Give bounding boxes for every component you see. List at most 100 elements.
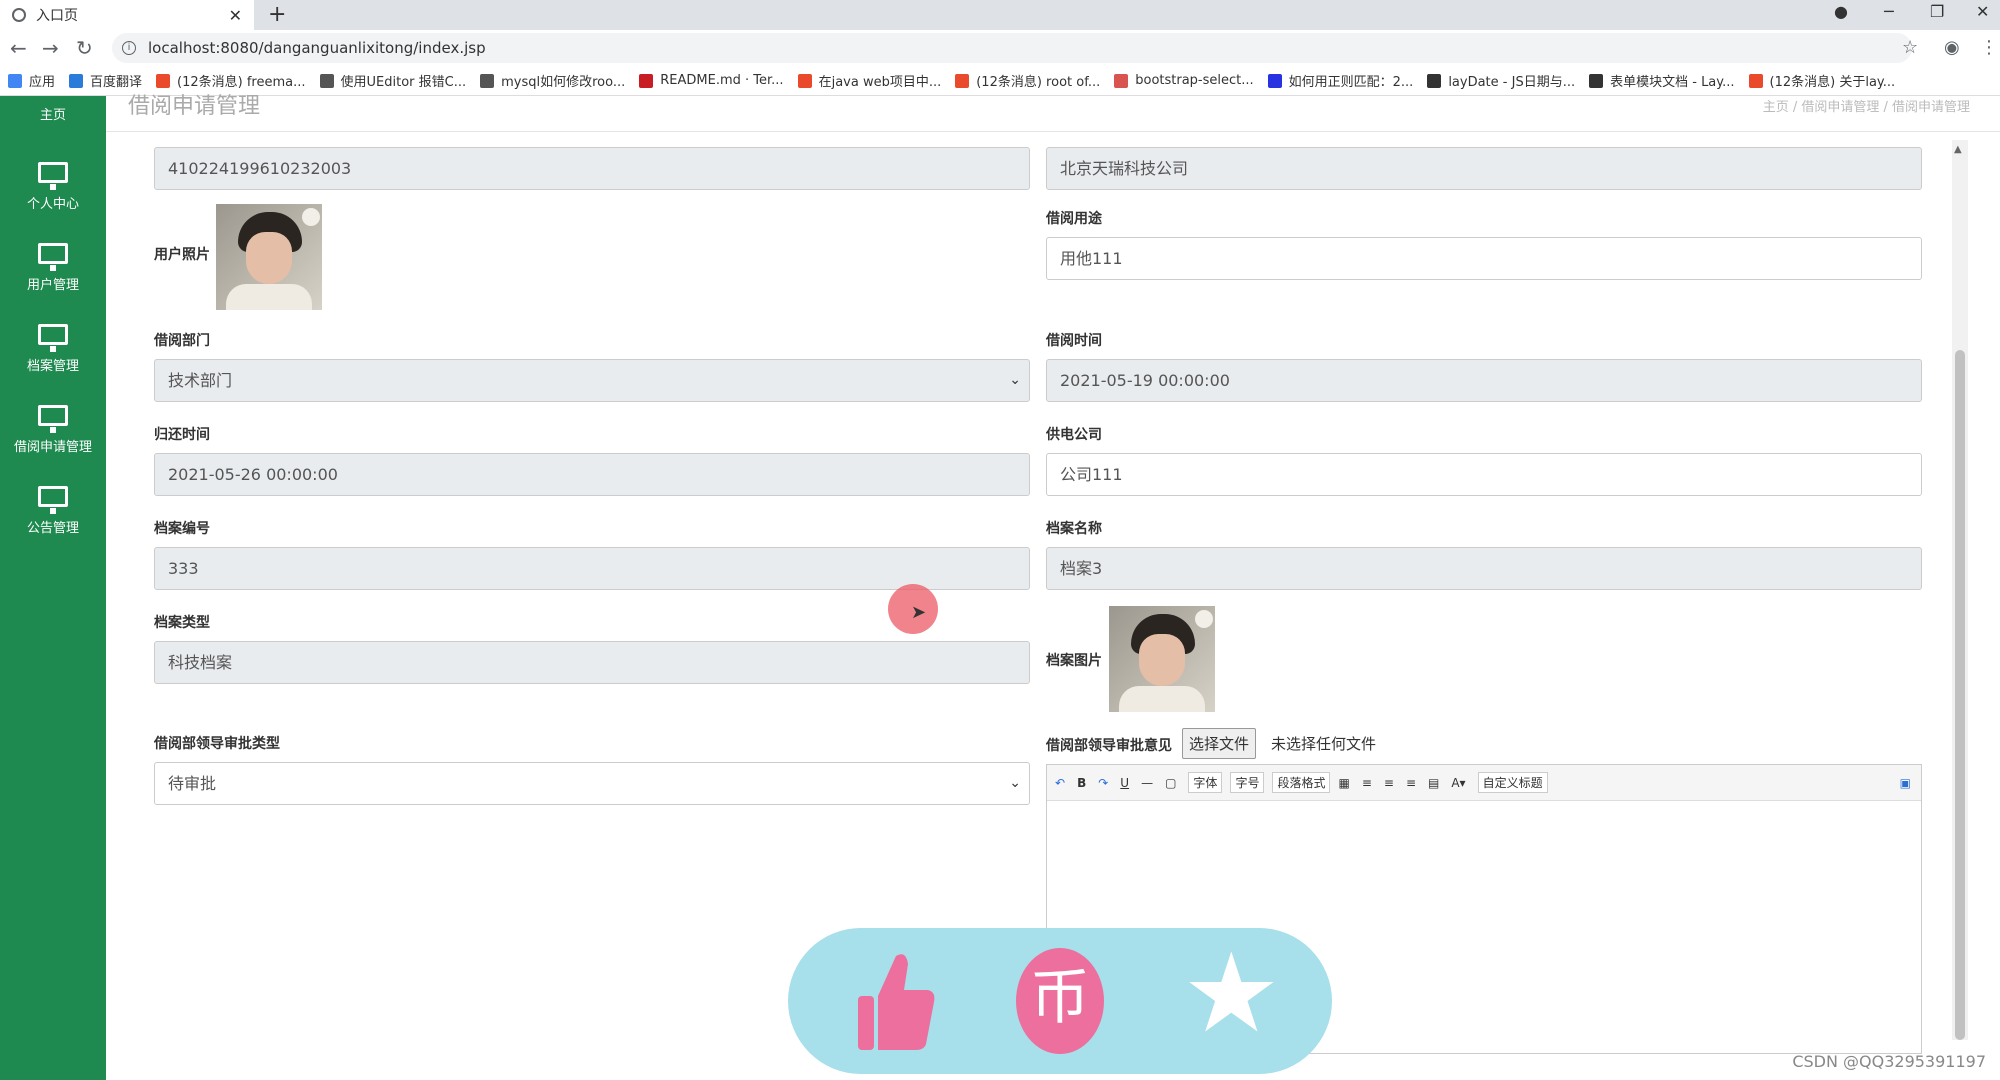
restore-icon[interactable]: ❐ — [1930, 2, 1944, 21]
browser-tab-strip: 入口页 ✕ + ● ─ ❐ ✕ — [0, 0, 2000, 30]
star-icon[interactable]: ★ — [1182, 938, 1281, 1048]
archive-no-field[interactable]: 333 — [154, 547, 1030, 590]
custom-title-select[interactable]: 自定义标题 — [1477, 772, 1548, 793]
field-label: 借阅部门 — [154, 333, 210, 349]
sidebar-item-home[interactable]: 主页 — [0, 94, 106, 123]
bookmark-item[interactable]: (12条消息) 关于lay... — [1748, 71, 1895, 90]
font-color-icon[interactable]: A▾ — [1451, 776, 1465, 790]
paragraph-select[interactable]: 段落格式 — [1272, 772, 1331, 793]
bookmark-item[interactable]: bootstrap-select... — [1114, 73, 1254, 88]
archive-type-field[interactable]: 科技档案 — [154, 641, 1030, 684]
field-label: 档案图片 — [1046, 653, 1102, 669]
align-center-icon[interactable]: ≡ — [1384, 776, 1394, 790]
bookmark-star-icon[interactable]: ☆ — [1902, 37, 1918, 58]
field-label: 归还时间 — [154, 427, 210, 443]
approval-type-value: 待审批 — [168, 774, 217, 793]
fullscreen-icon[interactable]: ▣ — [1900, 776, 1911, 790]
return-time-field[interactable]: 2021-05-26 00:00:00 — [154, 453, 1030, 496]
back-icon[interactable]: ← — [10, 36, 27, 60]
bookmark-item[interactable]: README.md · Ter... — [639, 73, 784, 88]
monitor-icon — [38, 324, 68, 352]
font-family-select[interactable]: 字体 — [1188, 772, 1223, 793]
archive-name-field[interactable]: 档案3 — [1046, 547, 1922, 590]
bookmark-label: README.md · Ter... — [660, 73, 784, 88]
tab-title: 入口页 — [36, 8, 78, 24]
bookmark-item[interactable]: mysql如何修改roo... — [480, 71, 625, 90]
bookmark-label: 使用UEditor 报错C... — [340, 75, 467, 90]
bookmark-item[interactable]: 在java web项目中... — [797, 71, 941, 90]
field-label: 用户照片 — [154, 247, 210, 263]
field-label: 借阅时间 — [1046, 333, 1102, 349]
field-label: 档案名称 — [1046, 521, 1102, 537]
chevron-down-icon: ⌄ — [1009, 775, 1021, 791]
horizontal-rule-icon[interactable]: — — [1141, 776, 1153, 790]
redo-icon[interactable]: ↷ — [1098, 776, 1108, 790]
new-tab-icon[interactable]: + — [268, 2, 286, 27]
watermark: CSDN @QQ3295391197 — [1792, 1052, 1986, 1071]
address-bar-row: ← → ↻ i localhost:8080/danganguanlixiton… — [0, 30, 2000, 66]
sidebar-item-label: 个人中心 — [26, 197, 79, 212]
bookmark-item[interactable]: 使用UEditor 报错C... — [319, 71, 467, 90]
bookmark-label: layDate - JS日期与... — [1448, 75, 1576, 90]
info-icon[interactable]: i — [122, 41, 136, 55]
bookmark-label: 应用 — [29, 75, 56, 90]
sidebar-item-label: 公告管理 — [26, 521, 79, 536]
sidebar-item-label: 主页 — [39, 108, 66, 123]
breadcrumb[interactable]: 主页 / 借阅申请管理 / 借阅申请管理 — [1763, 96, 1970, 115]
browser-tab[interactable]: 入口页 ✕ — [0, 0, 254, 30]
bookmark-item[interactable]: 如何用正则匹配：2... — [1267, 71, 1414, 90]
coin-icon[interactable]: 币 — [1016, 948, 1104, 1054]
bold-icon[interactable]: B — [1077, 776, 1086, 790]
sidebar: 主页 个人中心 用户管理 档案管理 借阅申请管理 公告管理 — [0, 96, 106, 1080]
no-file-text: 未选择任何文件 — [1271, 735, 1377, 753]
minimize-icon[interactable]: ─ — [1884, 2, 1894, 21]
bookmark-item[interactable]: layDate - JS日期与... — [1427, 71, 1575, 90]
justify-icon[interactable]: ▤ — [1428, 776, 1439, 790]
borrow-time-field[interactable]: 2021-05-19 00:00:00 — [1046, 359, 1922, 402]
supplier-field[interactable]: 公司111 — [1046, 453, 1922, 496]
sidebar-item-label: 档案管理 — [26, 359, 79, 374]
csdn-icon — [955, 73, 970, 88]
sidebar-item-borrow-requests[interactable]: 借阅申请管理 — [0, 405, 106, 455]
align-left-icon[interactable]: ≡ — [1362, 776, 1372, 790]
globe-icon — [12, 8, 26, 22]
department-select[interactable]: 技术部门 ⌄ — [154, 359, 1030, 402]
account-icon[interactable]: ◉ — [1944, 37, 1960, 58]
bookmark-item[interactable]: (12条消息) root of... — [955, 71, 1100, 90]
field-label: 档案类型 — [154, 615, 210, 631]
sidebar-item-personal-center[interactable]: 个人中心 — [0, 162, 106, 212]
menu-kebab-icon[interactable]: ⋮ — [1980, 37, 1998, 58]
bookmark-label: 如何用正则匹配：2... — [1288, 75, 1414, 90]
bookmark-item[interactable]: 应用 — [8, 71, 55, 90]
font-size-select[interactable]: 字号 — [1230, 772, 1265, 793]
reload-icon[interactable]: ↻ — [76, 36, 93, 60]
scroll-up-icon[interactable]: ▲ — [1954, 144, 1962, 155]
csdn-icon — [797, 73, 812, 88]
scroll-thumb[interactable] — [1955, 350, 1965, 1040]
clear-format-icon[interactable]: ▢ — [1165, 776, 1176, 790]
table-icon[interactable]: ▦ — [1338, 776, 1349, 790]
url-input[interactable]: i localhost:8080/danganguanlixitong/inde… — [112, 33, 1912, 63]
window-close-icon[interactable]: ✕ — [1976, 2, 1989, 21]
close-tab-icon[interactable]: ✕ — [229, 6, 242, 25]
profile-menu-icon[interactable]: ● — [1834, 2, 1848, 21]
thumbs-up-icon[interactable] — [856, 950, 936, 1052]
field-label: 档案编号 — [154, 521, 210, 537]
purpose-field[interactable]: 用他111 — [1046, 237, 1922, 280]
undo-icon[interactable]: ↶ — [1055, 776, 1065, 790]
company-field[interactable]: 北京天瑞科技公司 — [1046, 147, 1922, 190]
id-number-field[interactable]: 410224199610232003 — [154, 147, 1030, 190]
bookmark-item[interactable]: 表单模块文档 - Lay... — [1589, 71, 1735, 90]
sidebar-item-announcements[interactable]: 公告管理 — [0, 486, 106, 536]
underline-icon[interactable]: U — [1120, 776, 1129, 790]
choose-file-button[interactable]: 选择文件 — [1182, 728, 1257, 759]
sidebar-item-user-management[interactable]: 用户管理 — [0, 243, 106, 293]
form-area: 410224199610232003 北京天瑞科技公司 用户照片 借阅用途 用他… — [134, 132, 1954, 1054]
field-label: 借阅部领导审批类型 — [154, 736, 280, 752]
page-title: 借阅申请管理 — [128, 94, 261, 119]
forward-icon[interactable]: → — [42, 36, 59, 60]
align-right-icon[interactable]: ≡ — [1406, 776, 1416, 790]
sidebar-item-archive-management[interactable]: 档案管理 — [0, 324, 106, 374]
approval-type-select[interactable]: 待审批 ⌄ — [154, 762, 1030, 805]
page-scrollbar[interactable]: ▲ — [1952, 140, 1968, 1040]
